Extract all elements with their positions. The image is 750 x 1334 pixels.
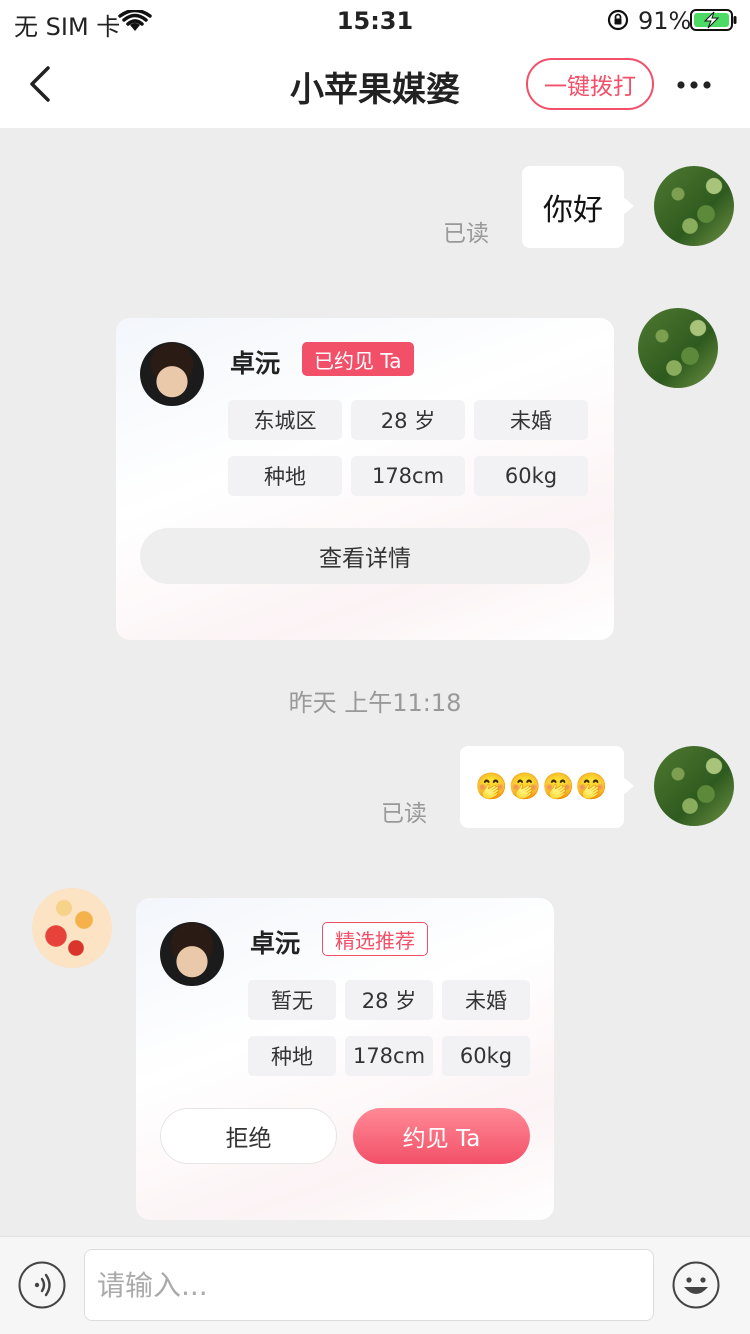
navigation-bar: 小苹果媒婆 一键拨打 xyxy=(0,40,750,128)
profile-name: 卓沅 xyxy=(250,929,301,958)
rotation-lock-icon xyxy=(607,9,629,31)
profile-age: 28 岁 xyxy=(345,980,433,1020)
profile-card: 卓沅 精选推荐 暂无 28 岁 未婚 种地 178cm 60kg 拒绝 约见 T… xyxy=(136,898,554,1220)
my-avatar[interactable] xyxy=(638,308,718,388)
my-avatar[interactable] xyxy=(654,746,734,826)
profile-avatar[interactable] xyxy=(140,342,204,406)
profile-occupation: 种地 xyxy=(248,1036,336,1076)
profile-district: 暂无 xyxy=(248,980,336,1020)
emoji-icon[interactable] xyxy=(672,1261,720,1309)
profile-weight: 60kg xyxy=(474,456,588,496)
profile-marital-status: 未婚 xyxy=(442,980,530,1020)
profile-age: 28 岁 xyxy=(351,400,465,440)
voice-input-icon[interactable] xyxy=(18,1261,66,1309)
meet-button[interactable]: 约见 Ta xyxy=(353,1108,530,1164)
battery-percent: 91% xyxy=(638,7,692,35)
profile-district: 东城区 xyxy=(228,400,342,440)
profile-card: 卓沅 已约见 Ta 东城区 28 岁 未婚 种地 178cm 60kg 查看详情 xyxy=(116,318,614,640)
view-details-button[interactable]: 查看详情 xyxy=(140,528,590,584)
message-bubble[interactable]: 🤭🤭🤭🤭 xyxy=(460,746,634,828)
profile-occupation: 种地 xyxy=(228,456,342,496)
message-input[interactable] xyxy=(84,1249,654,1321)
chat-message-list[interactable]: 你好 已读 卓沅 已约见 Ta 东城区 28 岁 未婚 种地 178cm 60k… xyxy=(0,128,750,1236)
matchmaker-avatar[interactable] xyxy=(32,888,112,968)
met-status-badge: 已约见 Ta xyxy=(302,342,414,376)
message-bubble[interactable]: 你好 xyxy=(522,166,634,248)
one-tap-call-button[interactable]: 一键拨打 xyxy=(526,58,654,110)
profile-avatar[interactable] xyxy=(160,922,224,986)
more-options-icon[interactable] xyxy=(676,80,712,90)
status-bar: 无 SIM 卡 15:31 91% xyxy=(0,0,750,41)
profile-height: 178cm xyxy=(345,1036,433,1076)
read-status: 已读 xyxy=(443,221,489,247)
profile-height: 178cm xyxy=(351,456,465,496)
message-text: 🤭🤭🤭🤭 xyxy=(475,772,609,802)
message-text: 你好 xyxy=(543,193,603,228)
read-status: 已读 xyxy=(381,801,427,827)
battery-charging-icon xyxy=(690,9,737,31)
profile-marital-status: 未婚 xyxy=(474,400,588,440)
featured-recommendation-badge: 精选推荐 xyxy=(322,922,428,956)
my-avatar[interactable] xyxy=(654,166,734,246)
message-input-bar xyxy=(0,1236,750,1334)
profile-weight: 60kg xyxy=(442,1036,530,1076)
reject-button[interactable]: 拒绝 xyxy=(160,1108,337,1164)
profile-name: 卓沅 xyxy=(230,349,281,378)
message-timestamp: 昨天 上午11:18 xyxy=(288,689,462,717)
